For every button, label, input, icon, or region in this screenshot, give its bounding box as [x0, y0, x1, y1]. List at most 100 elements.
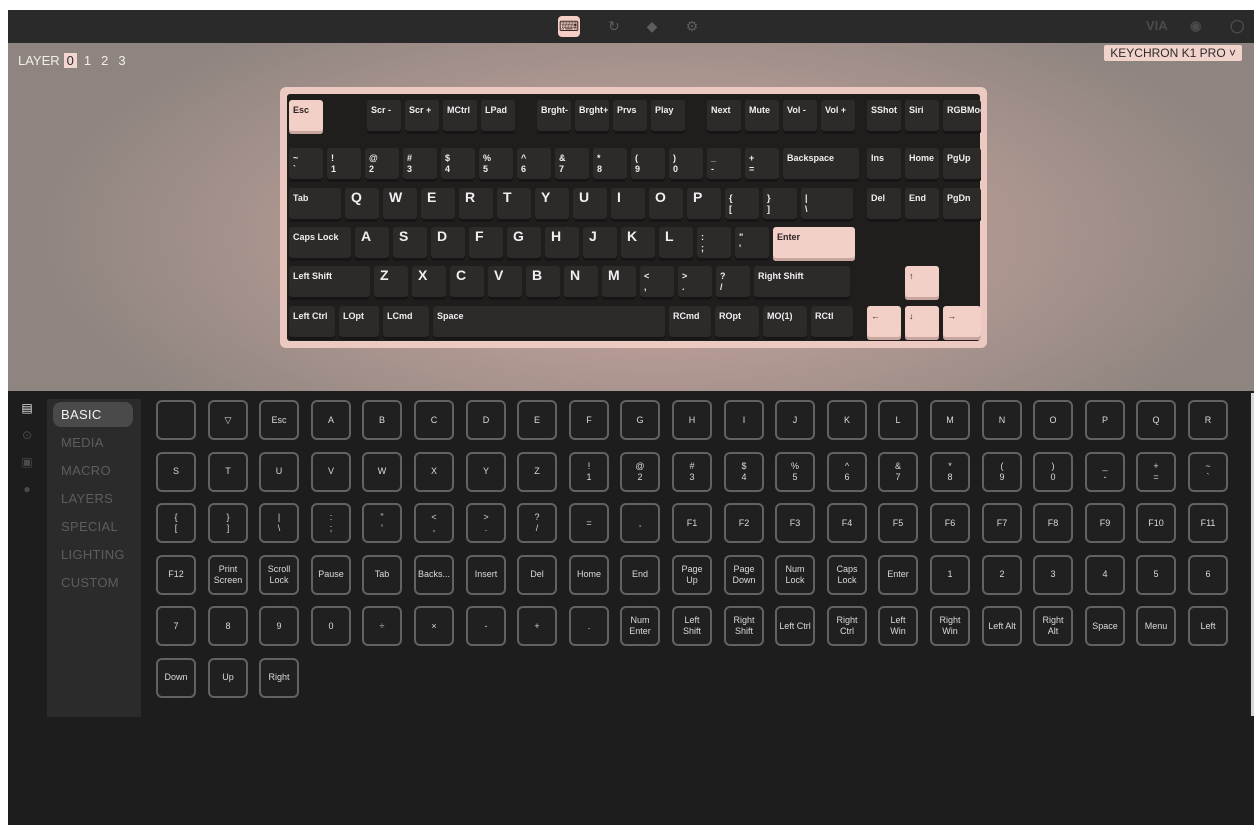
keycode-m[interactable]: M [930, 400, 970, 440]
key-1[interactable]: ! 1 [327, 148, 361, 182]
keyboard-list-icon[interactable]: ▤ [20, 401, 34, 415]
key-s[interactable]: S [393, 227, 427, 261]
key-scr[interactable]: Scr + [405, 100, 439, 134]
key-[interactable]: :; [697, 227, 731, 261]
keycode-f5[interactable]: F5 [878, 503, 918, 543]
keycode-s[interactable]: S [156, 451, 196, 492]
keycode-1[interactable]: ! 1 [569, 451, 609, 492]
keycode-down[interactable]: Down [156, 657, 196, 698]
keycode-num-lock[interactable]: Num Lock [775, 554, 815, 595]
keycode-5[interactable]: 5 [1136, 554, 1176, 595]
keycode-left-shift[interactable]: Left Shift [672, 606, 712, 646]
circle-icon[interactable]: ⊙ [20, 428, 34, 442]
keycode-f7[interactable]: F7 [982, 503, 1022, 543]
key-k[interactable]: K [621, 227, 655, 261]
keycode-[interactable]: >. [466, 503, 506, 543]
keycode-[interactable]: ~ ` [1188, 451, 1228, 492]
key-g[interactable]: G [507, 227, 541, 261]
key-caps-lock[interactable]: Caps Lock [289, 227, 351, 261]
key-sshot[interactable]: SShot [867, 100, 901, 134]
key-backspace[interactable]: Backspace [783, 148, 859, 182]
key-j[interactable]: J [583, 227, 617, 261]
keycode-[interactable]: ? / [517, 503, 557, 543]
key-vol[interactable]: Vol + [821, 100, 855, 134]
keycode-up[interactable]: Up [208, 657, 248, 698]
layer-1[interactable]: 1 [81, 53, 94, 68]
keycode-space[interactable]: Space [1085, 606, 1125, 646]
keycode-home[interactable]: Home [569, 554, 609, 595]
key-ropt[interactable]: ROpt [715, 306, 759, 340]
key-[interactable]: ↑ [905, 266, 939, 300]
keycode-7[interactable]: & 7 [878, 451, 918, 492]
keycode-c[interactable]: C [414, 400, 454, 440]
keycode-6[interactable]: 6 [1188, 554, 1228, 595]
layer-0[interactable]: 0 [63, 53, 77, 68]
category-special[interactable]: SPECIAL [53, 514, 133, 539]
keycode-print-screen[interactable]: Print Screen [208, 554, 248, 595]
key-home[interactable]: Home [905, 148, 939, 182]
key-left-ctrl[interactable]: Left Ctrl [289, 306, 335, 340]
keycode-3[interactable]: #3 [672, 451, 712, 492]
key-l[interactable]: L [659, 227, 693, 261]
keycode-a[interactable]: A [311, 400, 351, 440]
key-q[interactable]: Q [345, 188, 379, 222]
save-icon[interactable]: ▣ [20, 455, 34, 469]
key-2[interactable]: @2 [365, 148, 399, 182]
key-5[interactable]: % 5 [479, 148, 513, 182]
keycode-p[interactable]: P [1085, 400, 1125, 440]
key-t[interactable]: T [497, 188, 531, 222]
keycode-[interactable]: _ - [1085, 451, 1125, 492]
keycode-pause[interactable]: Pause [311, 554, 351, 595]
keycode-q[interactable]: Q [1136, 400, 1176, 440]
key-y[interactable]: Y [535, 188, 569, 222]
keycode-h[interactable]: H [672, 400, 712, 440]
category-lighting[interactable]: LIGHTING [53, 542, 133, 567]
key-rcmd[interactable]: RCmd [669, 306, 711, 340]
keycode-f2[interactable]: F2 [724, 503, 764, 543]
keycode-insert[interactable]: Insert [466, 554, 506, 595]
keycode-u[interactable]: U [259, 451, 299, 492]
key-9[interactable]: (9 [631, 148, 665, 182]
keycode-f4[interactable]: F4 [827, 503, 867, 543]
keycode-f10[interactable]: F10 [1136, 503, 1176, 543]
key-del[interactable]: Del [867, 188, 901, 222]
keycode-backs[interactable]: Backs... [414, 554, 454, 595]
keycode-right-win[interactable]: Right Win [930, 606, 970, 646]
keycode-2[interactable]: @2 [620, 451, 660, 492]
keycode-3[interactable]: 3 [1033, 554, 1073, 595]
key-p[interactable]: P [687, 188, 721, 222]
keycode-menu[interactable]: Menu [1136, 606, 1176, 646]
keycode-x[interactable]: X [414, 451, 454, 492]
key-rgbmod[interactable]: RGBMod [943, 100, 981, 134]
key-lcmd[interactable]: LCmd [383, 306, 429, 340]
keycode-4[interactable]: 4 [1085, 554, 1125, 595]
keycode-v[interactable]: V [311, 451, 351, 492]
key-scr[interactable]: Scr - [367, 100, 401, 134]
keycode-f8[interactable]: F8 [1033, 503, 1073, 543]
key-rctl[interactable]: RCtl [811, 306, 853, 340]
keycode-4[interactable]: $4 [724, 451, 764, 492]
key-right-shift[interactable]: Right Shift [754, 266, 850, 300]
keycode-0[interactable]: 0 [311, 606, 351, 646]
key-m[interactable]: M [602, 266, 636, 300]
keycode-k[interactable]: K [827, 400, 867, 440]
keycode-left-ctrl[interactable]: Left Ctrl [775, 606, 815, 646]
key-lopt[interactable]: LOpt [339, 306, 379, 340]
key-c[interactable]: C [450, 266, 484, 300]
keycode-right-shift[interactable]: Right Shift [724, 606, 764, 646]
keycode-8[interactable]: * 8 [930, 451, 970, 492]
keycode-f9[interactable]: F9 [1085, 503, 1125, 543]
keycode-b[interactable]: B [362, 400, 402, 440]
key-pgdn[interactable]: PgDn [943, 188, 981, 222]
key-0[interactable]: ) 0 [669, 148, 703, 182]
keycode-[interactable]: = [569, 503, 609, 543]
keycode-page-up[interactable]: Page Up [672, 554, 712, 595]
key-esc[interactable]: Esc [289, 100, 323, 134]
keycode-f[interactable]: F [569, 400, 609, 440]
keycode-enter[interactable]: Enter [878, 554, 918, 595]
keycode-scroll-lock[interactable]: Scroll Lock [259, 554, 299, 595]
key-[interactable]: _ - [707, 148, 741, 182]
key-mctrl[interactable]: MCtrl [443, 100, 477, 134]
key-4[interactable]: $4 [441, 148, 475, 182]
key-[interactable]: }] [763, 188, 797, 222]
